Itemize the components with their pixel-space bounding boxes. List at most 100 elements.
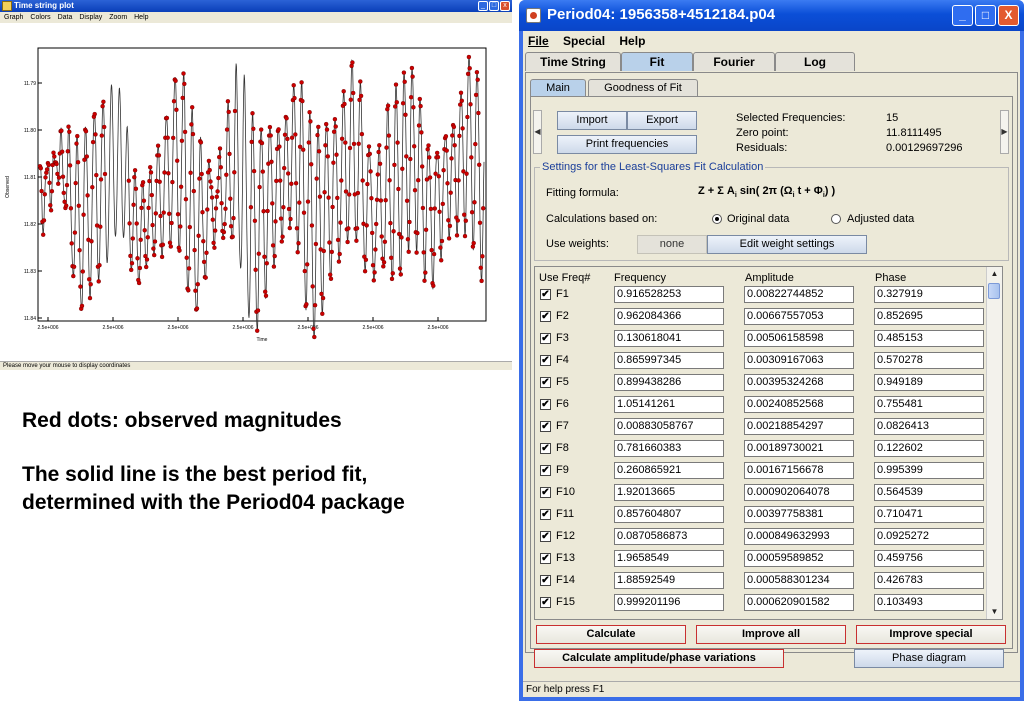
phase-input[interactable]: 0.459756 [874, 550, 984, 567]
phase-input[interactable]: 0.755481 [874, 396, 984, 413]
maximize-icon[interactable]: □ [489, 1, 499, 11]
frequency-input[interactable]: 0.781660383 [614, 440, 724, 457]
scroll-thumb[interactable] [988, 283, 1000, 299]
table-scrollbar[interactable]: ▲ ▼ [986, 267, 1002, 619]
use-frequency-checkbox[interactable]: ✔ [540, 421, 551, 432]
scroll-up-icon[interactable]: ▲ [987, 267, 1002, 281]
use-frequency-checkbox[interactable]: ✔ [540, 553, 551, 564]
amplitude-input[interactable]: 0.00309167063 [744, 352, 854, 369]
close-icon[interactable]: x [500, 1, 510, 11]
tab-time-string[interactable]: Time String [525, 52, 621, 71]
phase-input[interactable]: 0.995399 [874, 462, 984, 479]
print-frequencies-button[interactable]: Print frequencies [557, 135, 697, 154]
menu-special[interactable]: Special [563, 34, 605, 48]
frequency-input[interactable]: 0.999201196 [614, 594, 724, 611]
frequency-input[interactable]: 0.260865921 [614, 462, 724, 479]
use-frequency-checkbox[interactable]: ✔ [540, 355, 551, 366]
use-frequency-checkbox[interactable]: ✔ [540, 509, 551, 520]
frequency-input[interactable]: 0.130618041 [614, 330, 724, 347]
frequency-input[interactable]: 1.88592549 [614, 572, 724, 589]
use-frequency-checkbox[interactable]: ✔ [540, 575, 551, 586]
frequency-input[interactable]: 1.92013665 [614, 484, 724, 501]
amplitude-input[interactable]: 0.000902064078 [744, 484, 854, 501]
tab-fit[interactable]: Fit [621, 52, 693, 71]
improve-special-button[interactable]: Improve special [856, 625, 1006, 644]
scroll-down-icon[interactable]: ▼ [987, 605, 1002, 619]
minimize-icon[interactable]: _ [952, 5, 973, 26]
use-frequency-checkbox[interactable]: ✔ [540, 399, 551, 410]
amplitude-input[interactable]: 0.00189730021 [744, 440, 854, 457]
phase-input[interactable]: 0.122602 [874, 440, 984, 457]
phase-input[interactable]: 0.564539 [874, 484, 984, 501]
phase-diagram-button[interactable]: Phase diagram [854, 649, 1004, 668]
time-string-chart[interactable]: Observed Time 11.79 11.80 11.81 11.82 11.83 1… [0, 23, 512, 361]
phase-input[interactable]: 0.949189 [874, 374, 984, 391]
frequency-input[interactable]: 0.00883058767 [614, 418, 724, 435]
frequency-input[interactable]: 0.0870586873 [614, 528, 724, 545]
frequency-input[interactable]: 0.962084366 [614, 308, 724, 325]
amplitude-input[interactable]: 0.00059589852 [744, 550, 854, 567]
use-frequency-checkbox[interactable]: ✔ [540, 531, 551, 542]
improve-all-button[interactable]: Improve all [696, 625, 846, 644]
maximize-icon[interactable]: □ [975, 5, 996, 26]
use-frequency-checkbox[interactable]: ✔ [540, 311, 551, 322]
frequency-input[interactable]: 0.916528253 [614, 286, 724, 303]
subtab-goodness-of-fit[interactable]: Goodness of Fit [588, 79, 698, 96]
amplitude-input[interactable]: 0.00395324268 [744, 374, 854, 391]
amplitude-input[interactable]: 0.000849632993 [744, 528, 854, 545]
menu-colors[interactable]: Colors [30, 14, 50, 21]
amplitude-input[interactable]: 0.00667557053 [744, 308, 854, 325]
close-icon[interactable]: X [998, 5, 1019, 26]
phase-input[interactable]: 0.0925272 [874, 528, 984, 545]
amplitude-input[interactable]: 0.000588301234 [744, 572, 854, 589]
use-frequency-checkbox[interactable]: ✔ [540, 333, 551, 344]
calculate-button[interactable]: Calculate [536, 625, 686, 644]
right-arrow-icon[interactable]: ▶ [1000, 110, 1009, 154]
menu-display[interactable]: Display [79, 14, 102, 21]
use-frequency-checkbox[interactable]: ✔ [540, 465, 551, 476]
amplitude-input[interactable]: 0.00822744852 [744, 286, 854, 303]
frequency-input[interactable]: 1.9658549 [614, 550, 724, 567]
frequency-input[interactable]: 1.05141261 [614, 396, 724, 413]
export-button[interactable]: Export [627, 111, 697, 130]
import-button[interactable]: Import [557, 111, 627, 130]
use-frequency-checkbox[interactable]: ✔ [540, 289, 551, 300]
calc-amplitude-phase-variations-button[interactable]: Calculate amplitude/phase variations [534, 649, 784, 668]
minimize-icon[interactable]: _ [478, 1, 488, 11]
original-data-radio[interactable] [712, 214, 722, 224]
frequency-input[interactable]: 0.857604807 [614, 506, 724, 523]
amplitude-input[interactable]: 0.00506158598 [744, 330, 854, 347]
phase-input[interactable]: 0.103493 [874, 594, 984, 611]
menu-help[interactable]: Help [134, 14, 148, 21]
use-frequency-checkbox[interactable]: ✔ [540, 597, 551, 608]
subtab-main[interactable]: Main [530, 79, 586, 96]
menu-help[interactable]: Help [619, 34, 645, 48]
phase-input[interactable]: 0.327919 [874, 286, 984, 303]
frequency-input[interactable]: 0.865997345 [614, 352, 724, 369]
tab-fourier[interactable]: Fourier [693, 52, 775, 71]
amplitude-input[interactable]: 0.000620901582 [744, 594, 854, 611]
amplitude-input[interactable]: 0.00167156678 [744, 462, 854, 479]
menu-data[interactable]: Data [58, 14, 73, 21]
use-frequency-checkbox[interactable]: ✔ [540, 487, 551, 498]
amplitude-input[interactable]: 0.00218854297 [744, 418, 854, 435]
tab-log[interactable]: Log [775, 52, 855, 71]
left-arrow-icon[interactable]: ◀ [533, 110, 542, 154]
amplitude-input[interactable]: 0.00397758381 [744, 506, 854, 523]
phase-input[interactable]: 0.485153 [874, 330, 984, 347]
plot-area[interactable]: Observed Time 11.79 11.80 11.81 11.82 11.83 1… [0, 23, 512, 361]
phase-input[interactable]: 0.570278 [874, 352, 984, 369]
amplitude-input[interactable]: 0.00240852568 [744, 396, 854, 413]
menu-file[interactable]: File [528, 34, 549, 48]
phase-input[interactable]: 0.0826413 [874, 418, 984, 435]
use-frequency-checkbox[interactable]: ✔ [540, 443, 551, 454]
frequency-input[interactable]: 0.899438286 [614, 374, 724, 391]
phase-input[interactable]: 0.710471 [874, 506, 984, 523]
edit-weight-settings-button[interactable]: Edit weight settings [707, 235, 867, 254]
adjusted-data-radio[interactable] [831, 214, 841, 224]
use-frequency-checkbox[interactable]: ✔ [540, 377, 551, 388]
menu-zoom[interactable]: Zoom [109, 14, 127, 21]
menu-graph[interactable]: Graph [4, 14, 23, 21]
phase-input[interactable]: 0.852695 [874, 308, 984, 325]
phase-input[interactable]: 0.426783 [874, 572, 984, 589]
